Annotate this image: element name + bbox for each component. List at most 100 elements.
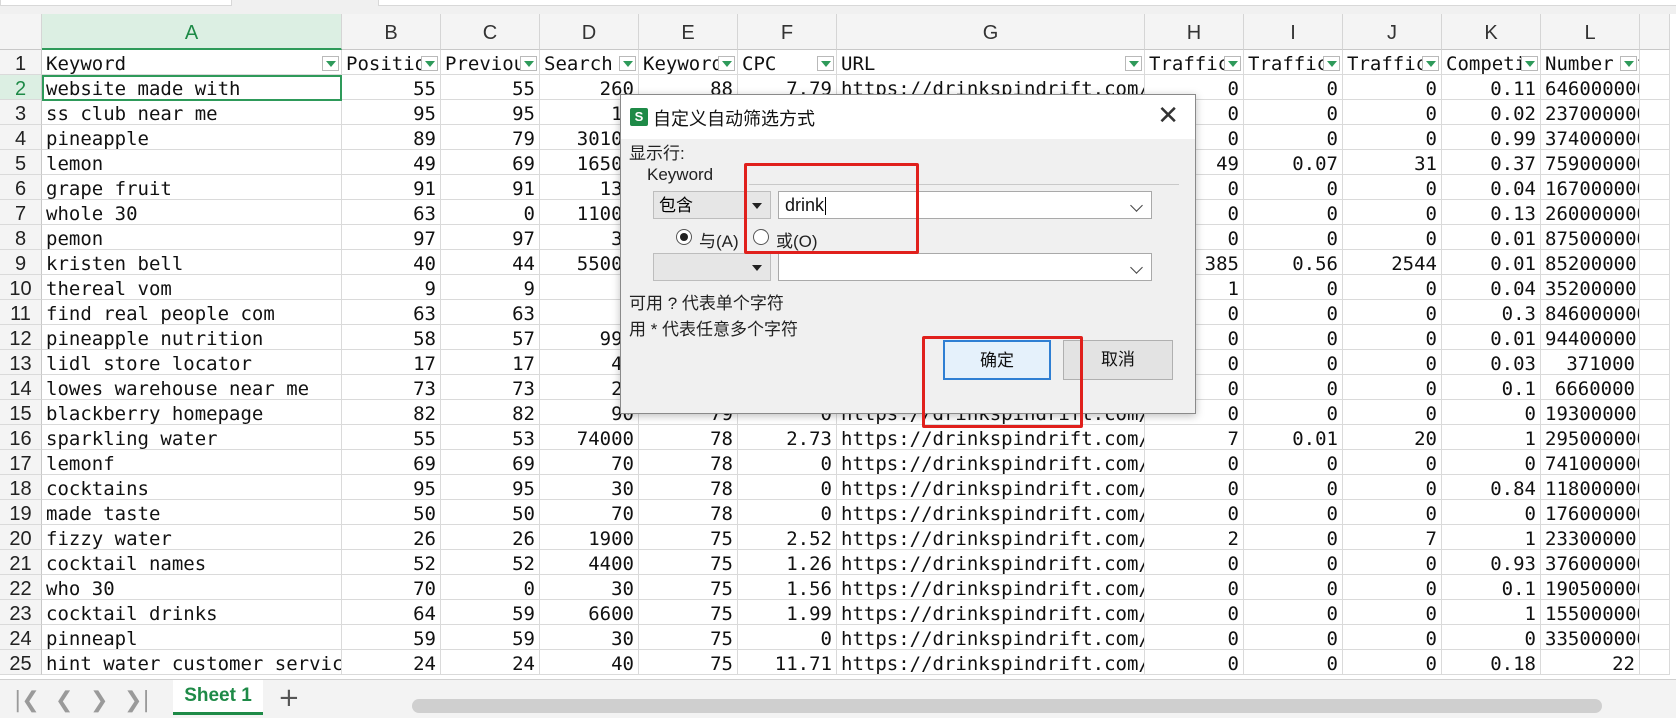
row-header[interactable]: 10 (0, 275, 42, 300)
table-cell[interactable]: 23300000 (1541, 525, 1640, 550)
row-header[interactable]: 4 (0, 125, 42, 150)
table-cell[interactable]: 0 (1244, 75, 1343, 100)
table-cell[interactable]: https://drinkspindrift.com/c (837, 600, 1145, 625)
table-cell[interactable]: 0 (1244, 300, 1343, 325)
sheet-tab-sheet1[interactable]: Sheet 1 (173, 680, 263, 715)
table-cell[interactable]: 3760000000 (1541, 550, 1640, 575)
table-cell[interactable]: 95 (342, 100, 441, 125)
row-header[interactable]: 18 (0, 475, 42, 500)
table-cell[interactable]: 8460000000 (1541, 300, 1640, 325)
table-cell[interactable] (1640, 575, 1670, 600)
table-cell[interactable]: whole 30 (42, 200, 342, 225)
table-cell[interactable]: 0 (1343, 300, 1442, 325)
table-cell[interactable]: 73 (342, 375, 441, 400)
table-cell[interactable]: 55 (441, 75, 540, 100)
table-cell[interactable]: 0.01 (1442, 250, 1541, 275)
table-cell[interactable]: pineapple nutrition (42, 325, 342, 350)
table-cell[interactable]: 1.26 (738, 550, 837, 575)
table-cell[interactable]: 0 (1145, 600, 1244, 625)
column-header-b[interactable]: B (342, 14, 441, 50)
table-cell[interactable]: website made with (42, 75, 342, 100)
column-header-m[interactable] (1640, 14, 1670, 50)
table-cell[interactable] (1640, 225, 1670, 250)
table-cell[interactable]: https://drinkspindrift.com/c (837, 450, 1145, 475)
table-cell[interactable]: ss club near me (42, 100, 342, 125)
table-cell[interactable]: 69 (441, 450, 540, 475)
row-header[interactable]: 13 (0, 350, 42, 375)
column-header-i[interactable]: I (1244, 14, 1343, 50)
table-cell[interactable]: 52 (342, 550, 441, 575)
table-cell[interactable]: pinneapl (42, 625, 342, 650)
table-cell[interactable] (1640, 625, 1670, 650)
table-cell[interactable]: 26 (342, 525, 441, 550)
table-cell[interactable]: 1 (1442, 525, 1541, 550)
table-cell[interactable]: 0 (1343, 225, 1442, 250)
table-cell[interactable]: 0.02 (1442, 100, 1541, 125)
table-cell[interactable]: 0.3 (1442, 300, 1541, 325)
table-cell[interactable]: 91 (441, 175, 540, 200)
table-cell[interactable]: 0.01 (1244, 425, 1343, 450)
table-cell[interactable]: 0.07 (1244, 150, 1343, 175)
table-cell[interactable]: 0 (1244, 475, 1343, 500)
table-cell[interactable]: 30 (540, 625, 639, 650)
table-cell[interactable]: 0 (1343, 400, 1442, 425)
table-cell[interactable] (1640, 650, 1670, 675)
table-cell[interactable]: 0.03 (1442, 350, 1541, 375)
table-cell[interactable]: 0 (1244, 325, 1343, 350)
column-header-a[interactable]: A (42, 14, 342, 50)
filter-dropdown-icon[interactable] (1521, 56, 1538, 71)
table-cell[interactable]: cocktains (42, 475, 342, 500)
row-header[interactable]: 19 (0, 500, 42, 525)
table-cell[interactable]: 58 (342, 325, 441, 350)
table-cell[interactable]: 0 (1145, 475, 1244, 500)
table-cell[interactable]: 0 (1145, 625, 1244, 650)
table-cell[interactable] (1640, 600, 1670, 625)
table-cell[interactable]: 295000000 (1541, 425, 1640, 450)
table-cell[interactable]: 0.18 (1442, 650, 1541, 675)
row-header[interactable]: 11 (0, 300, 42, 325)
table-cell[interactable] (1640, 325, 1670, 350)
table-cell[interactable]: 0 (1145, 650, 1244, 675)
table-cell[interactable]: 1550000000 (1541, 600, 1640, 625)
table-cell[interactable]: 0 (1442, 450, 1541, 475)
table-cell[interactable] (1640, 375, 1670, 400)
table-cell[interactable]: made taste (42, 500, 342, 525)
table-cell[interactable]: https://drinkspindrift.com/w (837, 575, 1145, 600)
table-cell[interactable]: 0 (1244, 650, 1343, 675)
table-cell[interactable]: 2 (1145, 525, 1244, 550)
table-cell[interactable] (1640, 250, 1670, 275)
table-cell[interactable]: 11.71 (738, 650, 837, 675)
table-cell[interactable]: 95 (441, 475, 540, 500)
table-cell[interactable]: 0.01 (1442, 225, 1541, 250)
table-cell[interactable]: 44 (441, 250, 540, 275)
table-cell[interactable]: 1180000000 (1541, 475, 1640, 500)
table-cell[interactable]: 741000000 (1541, 450, 1640, 475)
and-radio[interactable] (676, 229, 692, 245)
table-cell[interactable]: 75 (639, 550, 738, 575)
filter-dropdown-icon[interactable] (1125, 56, 1142, 71)
column-header-l[interactable]: L (1541, 14, 1640, 50)
table-cell[interactable]: 1 (1442, 600, 1541, 625)
table-cell[interactable]: 63 (342, 300, 441, 325)
filter-dropdown-icon[interactable] (1620, 56, 1637, 71)
table-cell[interactable]: 0 (1343, 125, 1442, 150)
table-cell[interactable]: 0 (1343, 275, 1442, 300)
table-cell[interactable]: 0.04 (1442, 275, 1541, 300)
table-cell[interactable]: 0 (1343, 450, 1442, 475)
table-cell[interactable]: 0 (1343, 650, 1442, 675)
table-cell[interactable]: 0 (1244, 200, 1343, 225)
table-cell[interactable]: thereal vom (42, 275, 342, 300)
row-header[interactable]: 25 (0, 650, 42, 675)
table-cell[interactable]: https://drinkspindrift.com/ (837, 500, 1145, 525)
table-cell[interactable]: 85200000 (1541, 250, 1640, 275)
table-cell[interactable]: 7 (1145, 425, 1244, 450)
table-cell[interactable]: 24 (342, 650, 441, 675)
table-cell[interactable] (1640, 175, 1670, 200)
table-cell[interactable]: 0.13 (1442, 200, 1541, 225)
table-cell[interactable]: hint water customer service (42, 650, 342, 675)
table-cell[interactable]: 335000000 (1541, 625, 1640, 650)
column-header-c[interactable]: C (441, 14, 540, 50)
table-cell[interactable] (1640, 425, 1670, 450)
table-cell[interactable]: lemonf (42, 450, 342, 475)
table-cell[interactable]: 69 (441, 150, 540, 175)
